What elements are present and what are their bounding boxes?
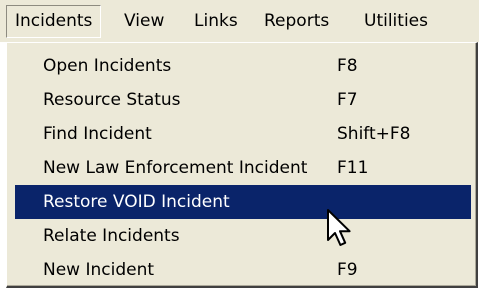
menu-item-shortcut: F11 xyxy=(337,158,369,178)
menu-item-shortcut: F8 xyxy=(337,56,358,76)
menu-view[interactable]: View xyxy=(124,9,164,34)
menu-item-label: New Incident xyxy=(43,260,155,280)
menu-item-resource-status[interactable]: Resource Status F7 xyxy=(15,83,471,117)
menu-reports[interactable]: Reports xyxy=(264,9,329,34)
menu-utilities[interactable]: Utilities xyxy=(364,9,428,34)
menu-item-restore-void-incident[interactable]: Restore VOID Incident xyxy=(15,185,471,219)
menu-item-shortcut: F7 xyxy=(337,90,358,110)
menu-item-find-incident[interactable]: Find Incident Shift+F8 xyxy=(15,117,471,151)
arrow-pointer-icon xyxy=(327,209,351,246)
menu-item-shortcut: F9 xyxy=(337,260,358,280)
menu-incidents[interactable]: Incidents xyxy=(6,5,102,38)
menu-links[interactable]: Links xyxy=(194,9,238,34)
menu-item-label: Find Incident xyxy=(43,124,152,144)
menu-item-label: Resource Status xyxy=(43,90,181,110)
menu-item-shortcut: Shift+F8 xyxy=(337,124,411,144)
menu-item-label: Relate Incidents xyxy=(43,226,180,246)
menu-item-new-law-enforcement-incident[interactable]: New Law Enforcement Incident F11 xyxy=(15,151,471,185)
menu-item-open-incidents[interactable]: Open Incidents F8 xyxy=(15,49,471,83)
menu-item-relate-incidents[interactable]: Relate Incidents xyxy=(15,219,471,253)
menu-bar: Incidents View Links Reports Utilities xyxy=(0,0,479,42)
menu-item-label: Open Incidents xyxy=(43,56,172,76)
menu-item-label: New Law Enforcement Incident xyxy=(43,158,308,178)
menu-item-new-incident[interactable]: New Incident F9 xyxy=(15,253,471,287)
menu-item-label: Restore VOID Incident xyxy=(43,192,230,212)
incidents-dropdown-menu: Open Incidents F8 Resource Status F7 Fin… xyxy=(6,42,478,288)
